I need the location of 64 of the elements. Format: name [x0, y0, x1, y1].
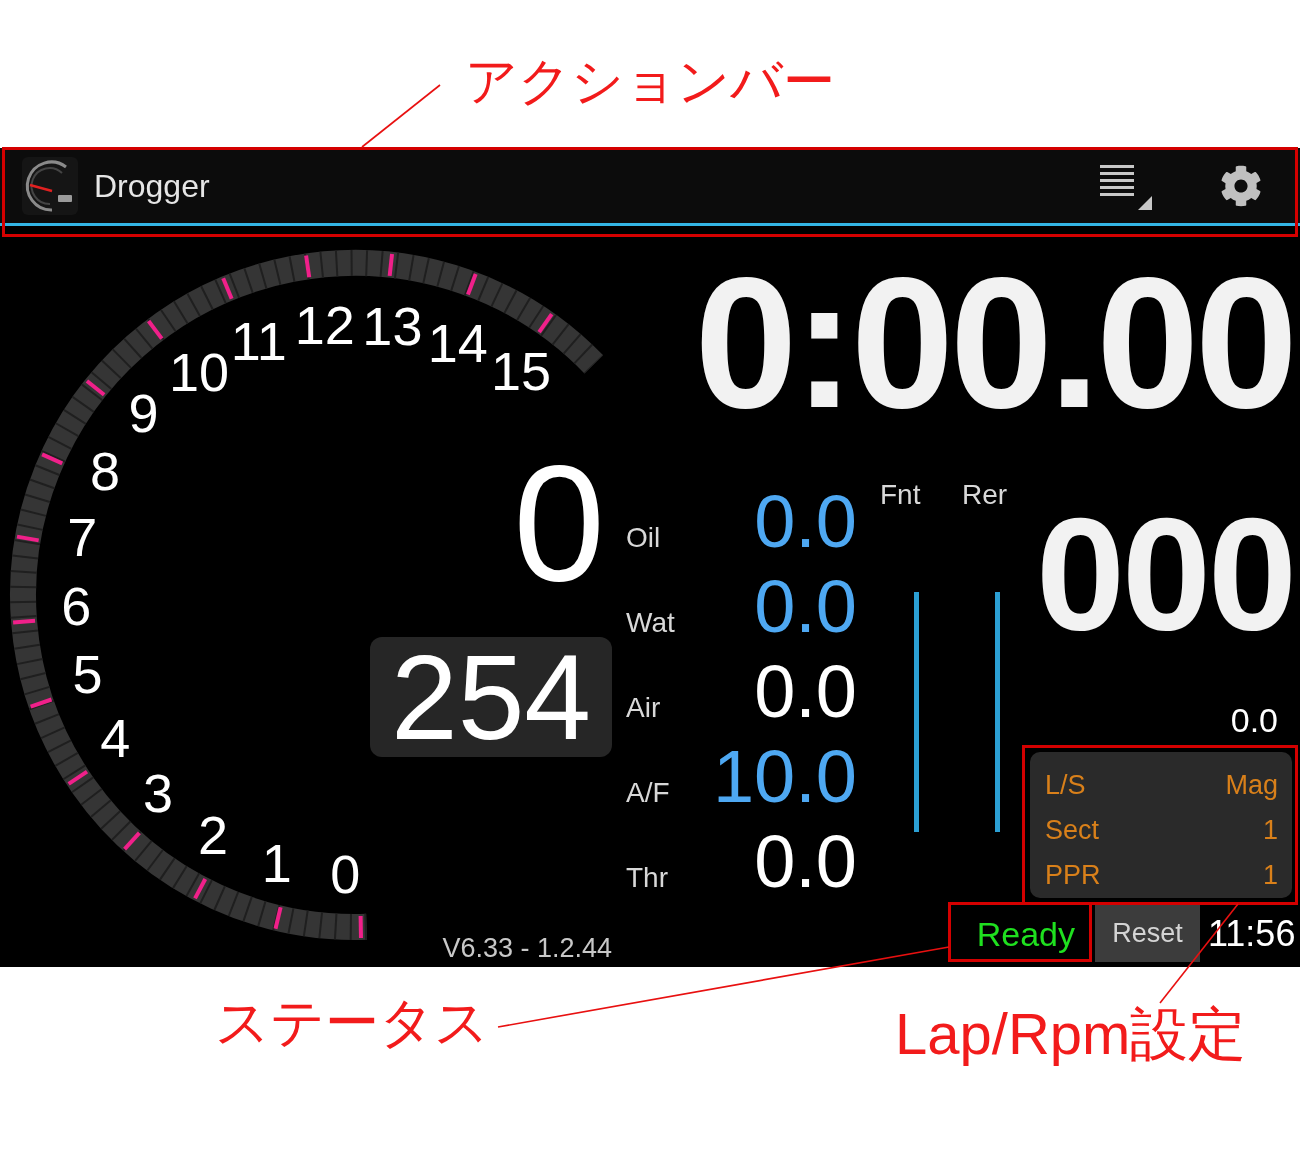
scale-tick [67, 770, 89, 786]
timer-reading: 0:00.00 [694, 251, 1294, 436]
gauge-logo-icon [22, 156, 78, 215]
scale-tick [273, 906, 283, 930]
scale-tick [537, 312, 554, 334]
scale-label: 1 [261, 832, 292, 893]
scale-tick [30, 697, 53, 709]
scale-label: 8 [90, 440, 121, 501]
scale-label: 4 [100, 707, 131, 768]
annotation-label: ステータス [215, 995, 490, 1049]
scale-label: 15 [490, 340, 551, 401]
scale-tick [304, 255, 312, 278]
app-title: Drogger [94, 169, 210, 202]
version-label: V6.33 - 1.2.44 [442, 935, 612, 962]
sensor-value: 0.0 [754, 479, 857, 564]
scale-tick [12, 618, 36, 625]
boxed-reading: 254 [370, 637, 612, 757]
sensor-label: Wat [626, 609, 675, 637]
scale-tick [85, 379, 106, 397]
setting-value: 1 [1262, 862, 1278, 889]
reset-button[interactable]: Reset [1095, 905, 1200, 962]
right-reading: 000 [1035, 494, 1295, 654]
bar-label: Rer [962, 481, 1008, 509]
scale-tick [358, 915, 363, 938]
setting-label: PPR [1045, 862, 1101, 889]
scale-label: 14 [427, 313, 488, 374]
sensor-label: Air [626, 694, 661, 722]
sensor-label: A/F [626, 779, 670, 807]
center-reading: 0 [513, 441, 605, 606]
settings-icon[interactable] [1220, 164, 1262, 207]
sensor-value: 0.0 [754, 649, 857, 734]
scale-tick [123, 831, 141, 851]
sensor-value: 0.0 [754, 564, 857, 649]
scale-label: 11 [230, 310, 287, 371]
scale-label: 9 [128, 383, 159, 444]
setting-label: Sect [1045, 817, 1100, 844]
scale-label: 7 [67, 506, 98, 567]
scale-label: 6 [61, 575, 92, 636]
right-subreading: 0.0 [1230, 703, 1278, 737]
clock-label: 11:56 [1207, 915, 1297, 952]
annotation-label: アクションバー [465, 55, 835, 107]
scale-tick [193, 878, 208, 900]
scale-label: 3 [143, 762, 174, 823]
scale-label: 12 [294, 294, 355, 355]
scale-tick [16, 534, 40, 543]
scale-label: 5 [72, 644, 103, 705]
scale-label: 10 [168, 342, 230, 403]
sensor-value: 0.0 [754, 819, 857, 904]
setting-label: L/S [1045, 772, 1086, 799]
bar-label: Fnt [880, 481, 921, 509]
status-label: Ready [976, 916, 1075, 951]
scale-tick [147, 319, 164, 340]
sensor-value: 10.0 [712, 734, 857, 819]
scale-tick [41, 452, 64, 466]
sensor-label: Oil [626, 524, 661, 552]
scale-label: 13 [362, 295, 423, 356]
scale-tick [466, 273, 478, 296]
setting-value: 1 [1262, 817, 1278, 844]
scale-tick [221, 277, 234, 300]
setting-value: Mag [1225, 772, 1278, 799]
scale-label: 0 [330, 843, 361, 904]
scale-tick [387, 253, 395, 277]
sensor-label: Thr [626, 864, 668, 892]
scale-label: 2 [197, 805, 228, 866]
